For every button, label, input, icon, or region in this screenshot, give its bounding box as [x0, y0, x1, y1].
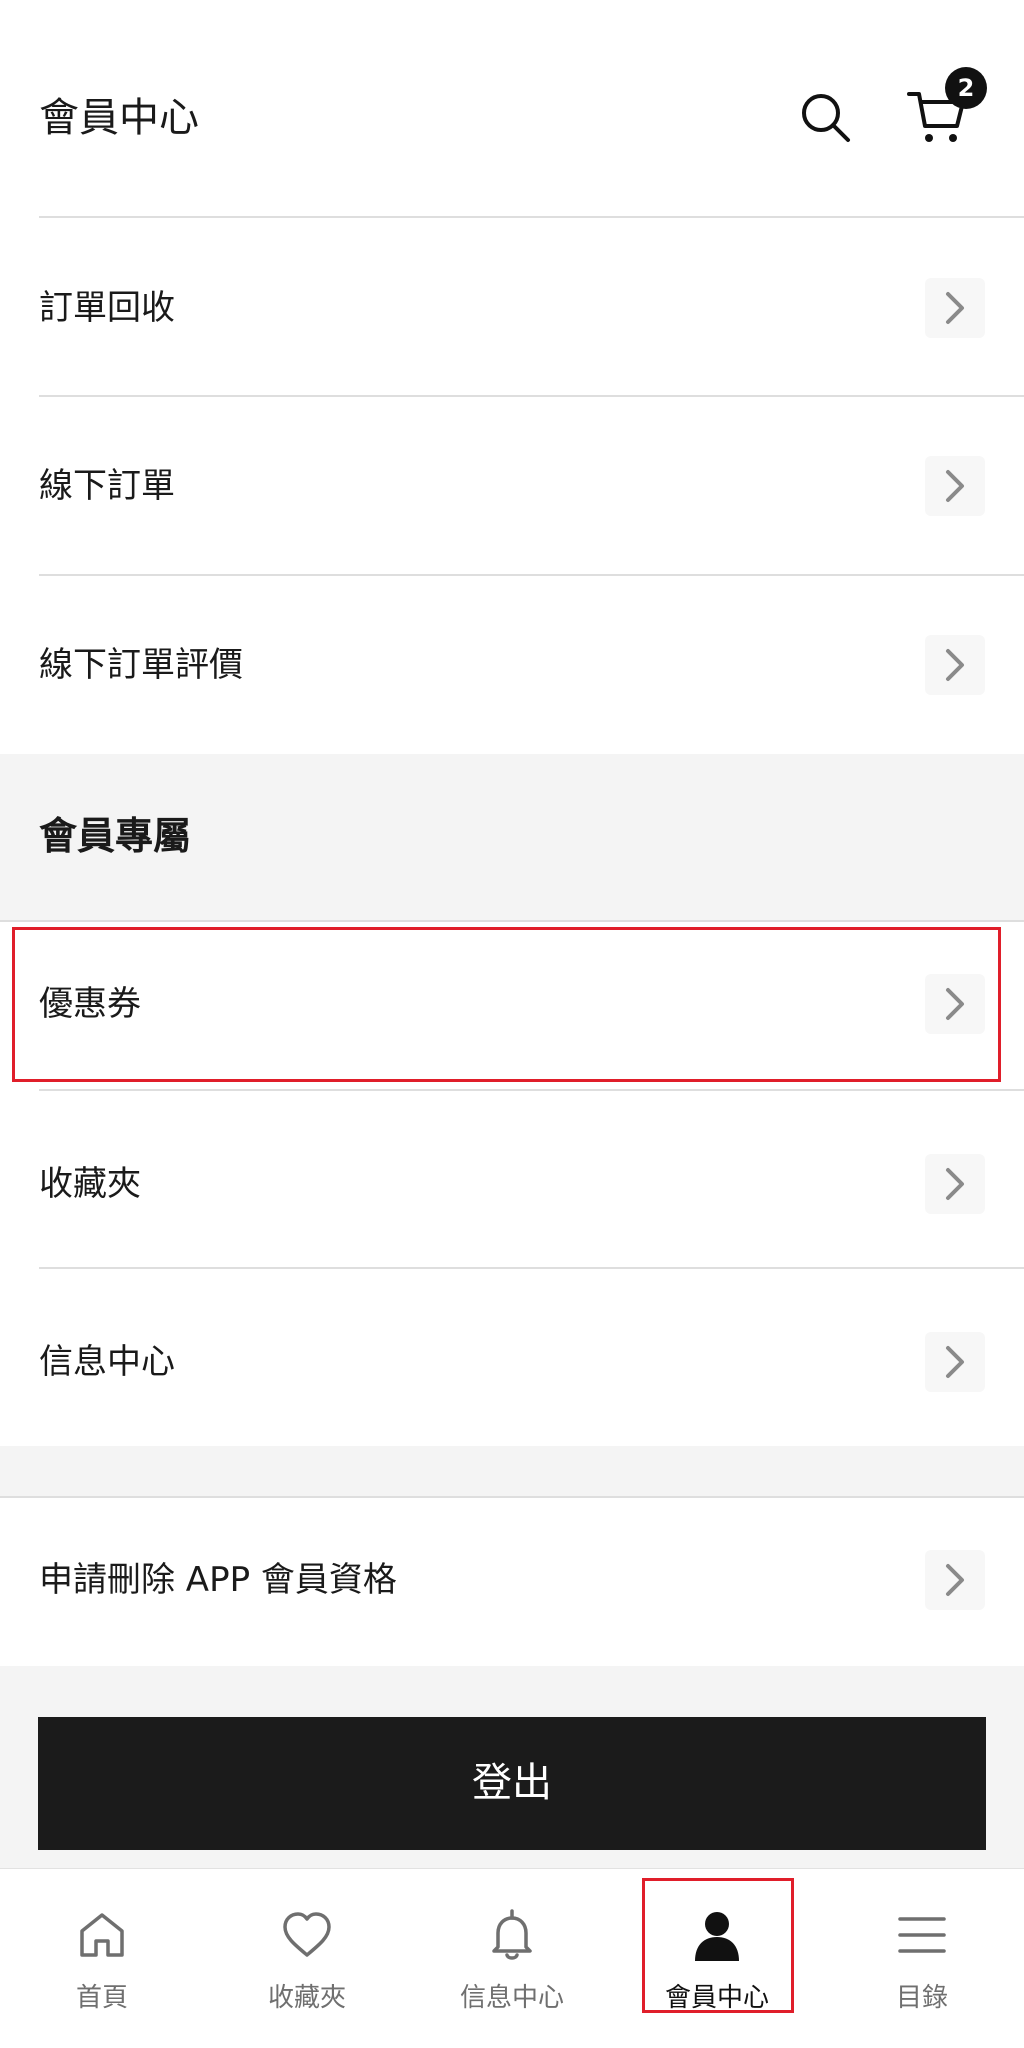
account-section: 申請刪除 APP 會員資格	[0, 1498, 1024, 1666]
menu-item-label: 線下訂單	[39, 466, 175, 506]
page-title: 會員中心	[39, 95, 199, 141]
nav-item-favorites[interactable]: 收藏夾	[205, 1869, 409, 2048]
menu-icon	[892, 1905, 952, 1965]
nav-item-catalog[interactable]: 目錄	[820, 1869, 1024, 2048]
logout-button[interactable]: 登出	[38, 1717, 986, 1850]
chevron-right-icon	[925, 1332, 985, 1392]
person-icon	[687, 1905, 747, 1965]
chevron-right-icon	[925, 635, 985, 695]
bottom-nav: 首頁 收藏夾 信息中心 會員中心 目錄	[0, 1868, 1024, 2048]
menu-item-offline-order-review[interactable]: 線下訂單評價	[0, 576, 1024, 754]
bell-icon	[482, 1905, 542, 1965]
chevron-right-icon	[925, 974, 985, 1034]
menu-item-label: 信息中心	[39, 1342, 175, 1382]
chevron-right-icon	[925, 1154, 985, 1214]
menu-item-coupons[interactable]: 優惠券	[0, 922, 1024, 1090]
nav-label: 信息中心	[459, 1983, 564, 2013]
menu-item-order-recycle[interactable]: 訂單回收	[0, 218, 1024, 394]
nav-label: 收藏夾	[267, 1983, 346, 2013]
member-section: 優惠券 收藏夾 信息中心	[0, 922, 1024, 1446]
menu-item-offline-orders[interactable]: 線下訂單	[0, 397, 1024, 573]
cart-count-badge: 2	[945, 67, 987, 109]
nav-item-home[interactable]: 首頁	[0, 1869, 204, 2048]
chevron-right-icon	[925, 278, 985, 338]
nav-label: 目錄	[895, 1983, 948, 2013]
menu-item-label: 優惠券	[39, 984, 141, 1024]
orders-section: 訂單回收 線下訂單 線下訂單評價	[0, 218, 1024, 754]
chevron-right-icon	[925, 1550, 985, 1610]
menu-item-message-center[interactable]: 信息中心	[0, 1269, 1024, 1446]
nav-label: 會員中心	[664, 1983, 769, 2013]
home-icon	[72, 1905, 132, 1965]
nav-label: 首頁	[75, 1983, 128, 2013]
section-heading-member-exclusive: 會員專屬	[39, 814, 192, 858]
chevron-right-icon	[925, 456, 985, 516]
heart-icon	[277, 1905, 337, 1965]
menu-item-delete-account[interactable]: 申請刪除 APP 會員資格	[0, 1498, 1024, 1666]
nav-item-member-center[interactable]: 會員中心	[615, 1869, 819, 2048]
nav-item-message-center[interactable]: 信息中心	[410, 1869, 614, 2048]
search-icon[interactable]	[796, 88, 856, 148]
menu-item-label: 線下訂單評價	[39, 645, 243, 685]
menu-item-label: 申請刪除 APP 會員資格	[39, 1560, 397, 1600]
menu-item-label: 收藏夾	[39, 1164, 141, 1204]
menu-item-favorites[interactable]: 收藏夾	[0, 1091, 1024, 1267]
header: 會員中心 2	[0, 0, 1024, 218]
member-center-page: 會員中心 2 訂單回收 線下訂單 線下訂單評價 會員專屬 優惠券 收藏夾 信息中…	[0, 0, 1024, 2048]
menu-item-label: 訂單回收	[39, 288, 175, 328]
